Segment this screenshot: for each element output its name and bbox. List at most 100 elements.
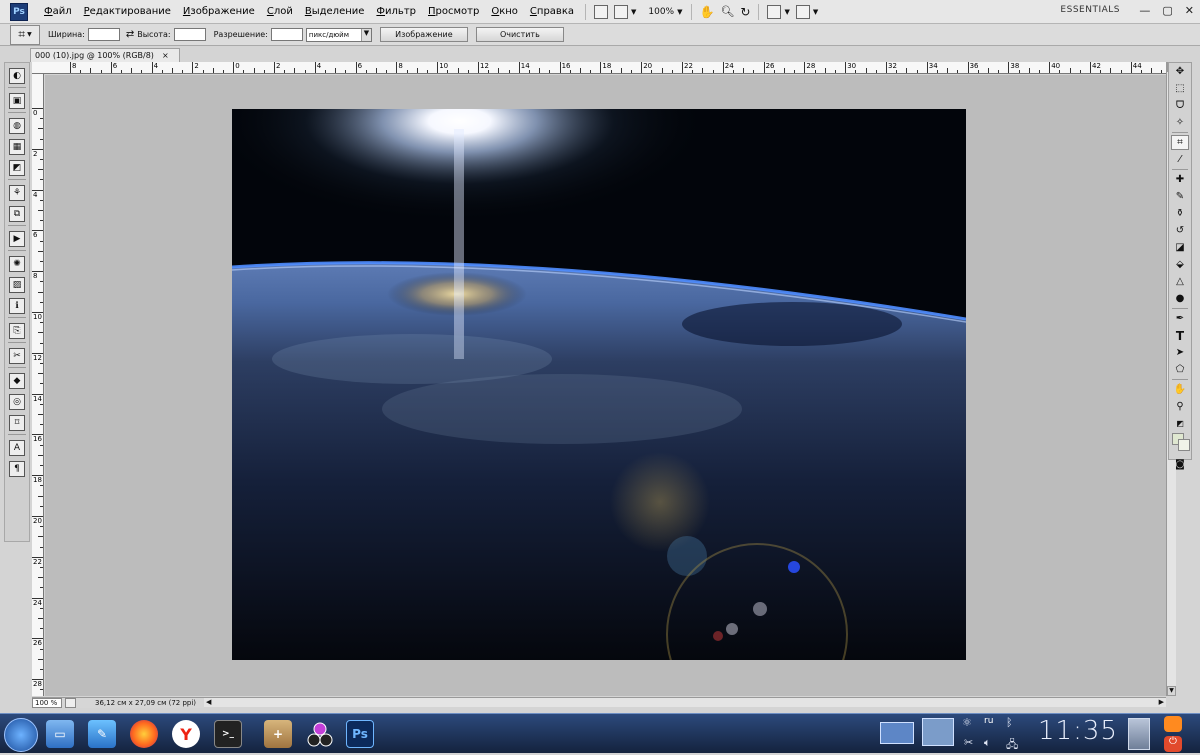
menu-filter[interactable]: Фильтр: [370, 6, 422, 17]
default-colors-icon[interactable]: ◩: [1171, 416, 1189, 431]
clock[interactable]: 11:35: [1038, 716, 1118, 746]
resolution-units-select[interactable]: пикс/дюйм ▼: [305, 27, 372, 42]
background-color-swatch[interactable]: [1178, 439, 1190, 451]
power-icon[interactable]: ⏻: [1164, 736, 1182, 752]
crop-tool-icon[interactable]: ⌗: [1171, 135, 1189, 150]
move-tool-icon[interactable]: ✥: [1171, 64, 1189, 79]
marquee-tool-icon[interactable]: ⬚: [1171, 81, 1189, 96]
histogram-panel-icon[interactable]: ▣: [9, 93, 25, 109]
clear-button[interactable]: Очистить: [475, 27, 564, 42]
trash-icon[interactable]: [1128, 718, 1150, 750]
vertical-ruler[interactable]: 024681012141618202224262830: [32, 74, 44, 696]
navigator-panel-icon[interactable]: ◐: [9, 68, 25, 84]
files-app-icon[interactable]: ▭: [46, 720, 74, 748]
bluetooth-icon[interactable]: ᛒ: [1006, 716, 1013, 729]
menu-edit[interactable]: Редактирование: [78, 6, 177, 17]
workspace-switcher[interactable]: ESSENTIALS: [1060, 5, 1120, 15]
clone-stamp-tool-icon[interactable]: ⚱: [1171, 206, 1189, 221]
document-tab[interactable]: 000 (10).jpg @ 100% (RGB/8) ×: [30, 48, 180, 62]
paragraph-panel-icon[interactable]: ¶: [9, 461, 25, 477]
dodge-tool-icon[interactable]: ●: [1171, 291, 1189, 306]
blur-tool-icon[interactable]: △: [1171, 274, 1189, 289]
height-input[interactable]: [173, 28, 206, 41]
channels-panel-icon[interactable]: ◎: [9, 394, 25, 410]
menu-window[interactable]: Окно: [485, 6, 524, 17]
swap-dimensions-icon[interactable]: ⇄: [126, 29, 134, 40]
hand-tool-icon[interactable]: ✋: [1171, 382, 1189, 397]
network-icon[interactable]: ⚛: [962, 716, 972, 729]
launch-bridge-button[interactable]: [591, 4, 611, 19]
actions-panel-icon[interactable]: ▶: [9, 231, 25, 247]
close-tab-icon[interactable]: ×: [162, 51, 169, 60]
arrange-documents-button[interactable]: ▼: [764, 4, 792, 19]
clone-source-panel-icon[interactable]: ▨: [9, 277, 25, 293]
canvas-area[interactable]: [45, 75, 1166, 696]
eyedropper-tool-icon[interactable]: ⁄: [1171, 152, 1189, 167]
brush-tool-icon[interactable]: ✎: [1171, 189, 1189, 204]
hand-tool-button[interactable]: ✋: [697, 5, 718, 19]
zoom-tool-button[interactable]: 🔍︎: [717, 5, 737, 18]
horizontal-scrollbar[interactable]: ◀ ▶: [204, 697, 1166, 707]
volume-icon[interactable]: 🔈︎: [984, 736, 991, 750]
lasso-tool-icon[interactable]: ᗜ: [1171, 98, 1189, 113]
history-panel-icon[interactable]: ⎘: [9, 323, 25, 339]
wired-network-icon[interactable]: 🖧︎: [1006, 736, 1018, 755]
healing-brush-tool-icon[interactable]: ✚: [1171, 172, 1189, 187]
tool-presets-panel-icon[interactable]: ✂: [9, 348, 25, 364]
yandex-browser-icon[interactable]: Y: [172, 720, 200, 748]
horizontal-ruler[interactable]: 8 6 4 2 0 2 4 6 8 10 12 14 16 18 20 22 24 26 28 30 32 34 36 38 4…: [32, 62, 1166, 74]
scissors-icon[interactable]: ✂: [964, 736, 973, 749]
zoom-field[interactable]: 100 %: [32, 698, 62, 708]
scroll-right-icon[interactable]: ▶: [1159, 698, 1164, 706]
styles-panel-icon[interactable]: ◩: [9, 160, 25, 176]
color-panel-icon[interactable]: ◍: [9, 118, 25, 134]
screen-mode-button[interactable]: ▼: [793, 4, 821, 19]
minimize-icon[interactable]: —: [1139, 4, 1150, 17]
menu-help[interactable]: Справка: [524, 6, 580, 17]
tool-preset-picker[interactable]: ⌗ ▼: [10, 24, 40, 45]
menu-view[interactable]: Просмотр: [422, 6, 485, 17]
resolution-input[interactable]: [270, 28, 303, 41]
masks-panel-icon[interactable]: ⧉: [9, 206, 25, 222]
history-brush-tool-icon[interactable]: ↺: [1171, 223, 1189, 238]
paths-panel-icon[interactable]: ⌑: [9, 415, 25, 431]
info-panel-icon[interactable]: ℹ: [9, 298, 25, 314]
window-preview-icon[interactable]: [880, 722, 914, 744]
terminal-icon[interactable]: >_: [214, 720, 242, 748]
magic-wand-tool-icon[interactable]: ✧: [1171, 115, 1189, 130]
rotate-view-button[interactable]: ↻: [737, 5, 753, 19]
view-extras-button[interactable]: ▼: [611, 4, 639, 19]
photoshop-logo-icon[interactable]: Ps: [10, 2, 28, 21]
quick-mask-icon[interactable]: ◙: [1171, 457, 1189, 472]
path-selection-tool-icon[interactable]: ➤: [1171, 345, 1189, 360]
firefox-icon[interactable]: [130, 720, 158, 748]
menu-image[interactable]: Изображение: [177, 6, 261, 17]
swatches-panel-icon[interactable]: ▦: [9, 139, 25, 155]
close-icon[interactable]: ✕: [1185, 4, 1194, 17]
front-image-button[interactable]: Изображение: [379, 27, 468, 42]
zoom-tool-icon[interactable]: ⚲: [1171, 399, 1189, 414]
status-menu-icon[interactable]: [65, 698, 76, 708]
type-tool-icon[interactable]: T: [1171, 328, 1189, 343]
adjustments-panel-icon[interactable]: ⚘: [9, 185, 25, 201]
scroll-left-icon[interactable]: ◀: [206, 698, 211, 706]
system-monitor-icon[interactable]: [922, 718, 954, 746]
menu-select[interactable]: Выделение: [299, 6, 371, 17]
package-installer-icon[interactable]: +: [264, 720, 292, 748]
document-image[interactable]: [232, 109, 966, 660]
shape-tool-icon[interactable]: ⬠: [1171, 362, 1189, 377]
character-panel-icon[interactable]: A: [9, 440, 25, 456]
pen-tool-icon[interactable]: ✒: [1171, 311, 1189, 326]
start-menu-icon[interactable]: [4, 718, 38, 752]
maximize-icon[interactable]: ▢: [1162, 4, 1172, 17]
lock-icon[interactable]: [1164, 716, 1182, 732]
brushes-panel-icon[interactable]: ✺: [9, 256, 25, 272]
menu-layer[interactable]: Слой: [261, 6, 299, 17]
width-input[interactable]: [87, 28, 120, 41]
molecule-app-icon[interactable]: [306, 720, 334, 748]
menu-file[interactable]: Файл: [38, 6, 78, 17]
zoom-level-dropdown[interactable]: 100% ▼: [639, 7, 685, 17]
notes-app-icon[interactable]: ✎: [88, 720, 116, 748]
keyboard-layout-indicator[interactable]: ru: [984, 716, 993, 726]
layers-panel-icon[interactable]: ◆: [9, 373, 25, 389]
